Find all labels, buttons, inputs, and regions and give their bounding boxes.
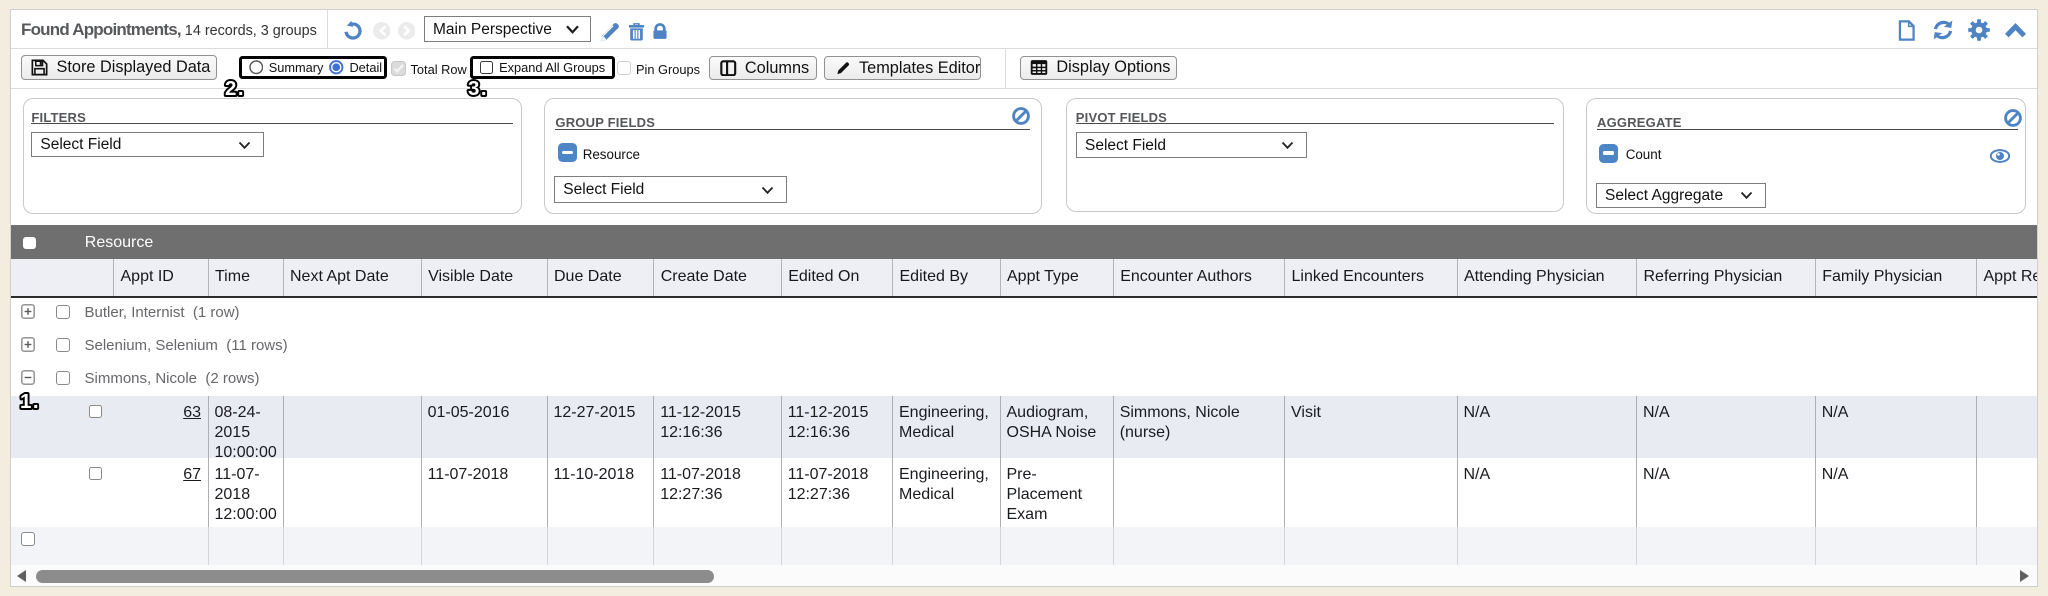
svg-text:3.: 3. [468, 78, 488, 101]
svg-text:1.: 1. [20, 390, 40, 413]
svg-text:2.: 2. [225, 78, 245, 101]
